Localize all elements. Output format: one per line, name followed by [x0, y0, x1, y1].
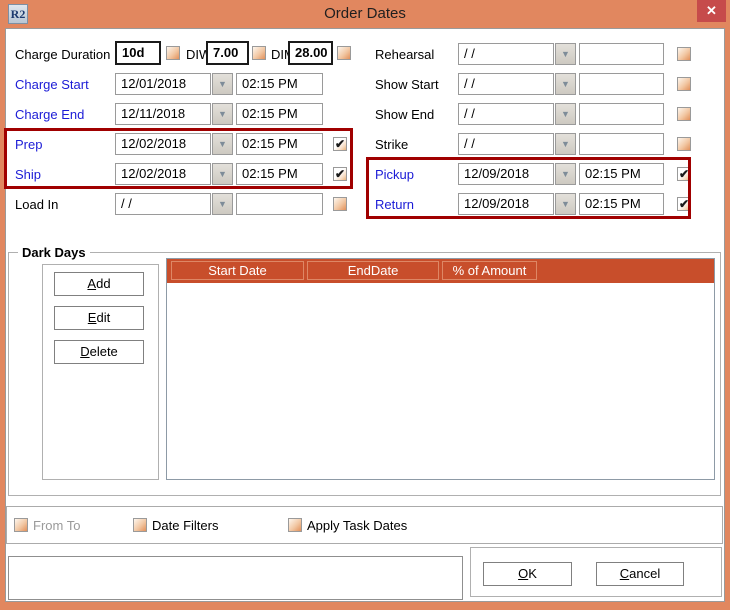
- return-label: Return: [375, 197, 414, 212]
- diw-input[interactable]: 7.00: [206, 41, 249, 65]
- dialog-title: Order Dates: [0, 0, 730, 28]
- pickup-time-input[interactable]: 02:15 PM: [579, 163, 664, 185]
- rehearsal-date-input[interactable]: / /: [458, 43, 554, 65]
- column-header-end-date[interactable]: EndDate: [307, 261, 439, 280]
- apply-task-dates-label: Apply Task Dates: [307, 518, 407, 533]
- column-header-start-date[interactable]: Start Date: [171, 261, 304, 280]
- add-button[interactable]: Add: [54, 272, 144, 296]
- return-dropdown-icon[interactable]: ▼: [555, 193, 576, 215]
- rehearsal-label: Rehearsal: [375, 47, 434, 62]
- add-button-label: dd: [96, 276, 110, 291]
- date-filters-label: Date Filters: [152, 518, 218, 533]
- pickup-checkbox[interactable]: ✔: [677, 167, 691, 181]
- charge-start-dropdown-icon[interactable]: ▼: [212, 73, 233, 95]
- load-in-time-input[interactable]: [236, 193, 323, 215]
- delete-button-mnemonic: D: [80, 344, 89, 359]
- show-start-label: Show Start: [375, 77, 439, 92]
- show-start-checkbox[interactable]: [677, 77, 691, 91]
- ok-button-label: K: [528, 566, 537, 581]
- close-button[interactable]: ✕: [697, 0, 726, 22]
- charge-duration-checkbox[interactable]: [166, 46, 180, 60]
- apply-task-dates-checkbox[interactable]: [288, 518, 302, 532]
- cancel-button[interactable]: Cancel: [596, 562, 684, 586]
- charge-start-label: Charge Start: [15, 77, 89, 92]
- strike-label: Strike: [375, 137, 408, 152]
- show-start-date-input[interactable]: / /: [458, 73, 554, 95]
- dark-days-title: Dark Days: [18, 245, 90, 260]
- diw-checkbox[interactable]: [252, 46, 266, 60]
- dim-checkbox[interactable]: [337, 46, 351, 60]
- rehearsal-dropdown-icon[interactable]: ▼: [555, 43, 576, 65]
- date-filters-checkbox[interactable]: [133, 518, 147, 532]
- from-to-checkbox[interactable]: [14, 518, 28, 532]
- delete-button[interactable]: Delete: [54, 340, 144, 364]
- prep-label: Prep: [15, 137, 42, 152]
- title-bar[interactable]: R2 Order Dates ✕: [0, 0, 730, 28]
- ok-button[interactable]: OK: [483, 562, 572, 586]
- comment-input[interactable]: [8, 556, 463, 600]
- ship-date-input[interactable]: 12/02/2018: [115, 163, 211, 185]
- prep-dropdown-icon[interactable]: ▼: [212, 133, 233, 155]
- charge-duration-input[interactable]: 10d: [115, 41, 161, 65]
- dark-days-button-panel: [42, 264, 159, 480]
- dim-input[interactable]: 28.00: [288, 41, 333, 65]
- return-checkbox[interactable]: ✔: [677, 197, 691, 211]
- show-end-checkbox[interactable]: [677, 107, 691, 121]
- ship-time-input[interactable]: 02:15 PM: [236, 163, 323, 185]
- prep-time-input[interactable]: 02:15 PM: [236, 133, 323, 155]
- ship-dropdown-icon[interactable]: ▼: [212, 163, 233, 185]
- charge-start-time-input[interactable]: 02:15 PM: [236, 73, 323, 95]
- show-start-time-input[interactable]: [579, 73, 664, 95]
- pickup-label: Pickup: [375, 167, 414, 182]
- column-header-pct-amount[interactable]: % of Amount: [442, 261, 537, 280]
- order-dates-dialog: R2 Order Dates ✕ Charge Duration 10d DIW…: [0, 0, 730, 610]
- from-to-label: From To: [33, 518, 80, 533]
- prep-checkbox[interactable]: ✔: [333, 137, 347, 151]
- rehearsal-time-input[interactable]: [579, 43, 664, 65]
- show-end-time-input[interactable]: [579, 103, 664, 125]
- charge-end-time-input[interactable]: 02:15 PM: [236, 103, 323, 125]
- show-end-dropdown-icon[interactable]: ▼: [555, 103, 576, 125]
- strike-time-input[interactable]: [579, 133, 664, 155]
- ok-button-mnemonic: O: [518, 566, 528, 581]
- charge-end-date-input[interactable]: 12/11/2018: [115, 103, 211, 125]
- charge-end-dropdown-icon[interactable]: ▼: [212, 103, 233, 125]
- strike-date-input[interactable]: / /: [458, 133, 554, 155]
- cancel-button-label: ancel: [629, 566, 660, 581]
- edit-button-label: dit: [96, 310, 110, 325]
- rehearsal-checkbox[interactable]: [677, 47, 691, 61]
- cancel-button-mnemonic: C: [620, 566, 629, 581]
- return-time-input[interactable]: 02:15 PM: [579, 193, 664, 215]
- show-end-label: Show End: [375, 107, 434, 122]
- ship-label: Ship: [15, 167, 41, 182]
- charge-start-date-input[interactable]: 12/01/2018: [115, 73, 211, 95]
- charge-duration-label: Charge Duration: [15, 47, 110, 62]
- show-start-dropdown-icon[interactable]: ▼: [555, 73, 576, 95]
- add-button-mnemonic: A: [87, 276, 96, 291]
- strike-dropdown-icon[interactable]: ▼: [555, 133, 576, 155]
- load-in-date-input[interactable]: / /: [115, 193, 211, 215]
- delete-button-label: elete: [90, 344, 118, 359]
- show-end-date-input[interactable]: / /: [458, 103, 554, 125]
- load-in-label: Load In: [15, 197, 58, 212]
- prep-date-input[interactable]: 12/02/2018: [115, 133, 211, 155]
- load-in-checkbox[interactable]: [333, 197, 347, 211]
- ship-checkbox[interactable]: ✔: [333, 167, 347, 181]
- strike-checkbox[interactable]: [677, 137, 691, 151]
- charge-end-label: Charge End: [15, 107, 84, 122]
- return-date-input[interactable]: 12/09/2018: [458, 193, 554, 215]
- pickup-dropdown-icon[interactable]: ▼: [555, 163, 576, 185]
- edit-button[interactable]: Edit: [54, 306, 144, 330]
- dark-days-table[interactable]: Start Date EndDate % of Amount: [166, 258, 715, 480]
- load-in-dropdown-icon[interactable]: ▼: [212, 193, 233, 215]
- dark-days-table-header: Start Date EndDate % of Amount: [167, 259, 714, 283]
- pickup-date-input[interactable]: 12/09/2018: [458, 163, 554, 185]
